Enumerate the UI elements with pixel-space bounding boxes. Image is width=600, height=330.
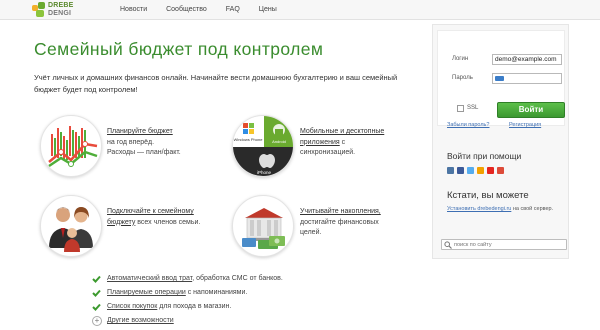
mobile-apps-link[interactable]: Мобильные и десктопные	[300, 128, 384, 135]
yandex-icon[interactable]	[487, 167, 494, 174]
check-icon	[92, 289, 101, 297]
login-button[interactable]: Войти	[497, 102, 565, 118]
install-text: Установить drebedengi.ru на свой сервер.	[447, 206, 554, 212]
check-icon	[92, 275, 101, 283]
login-label: Логин	[452, 56, 469, 62]
auto-input-link[interactable]: Автоматический ввод трат	[107, 275, 192, 282]
shopping-list-link[interactable]: Список покупок	[107, 303, 157, 310]
iphone-label: iPhone	[257, 170, 272, 175]
sidebar: Логин Пароль SSL Войти Забыли пароль? Ре…	[432, 24, 569, 259]
install-link[interactable]: Установить drebedengi.ru	[447, 206, 511, 212]
social-login-icons	[447, 167, 507, 174]
nav-faq[interactable]: FAQ	[226, 0, 240, 20]
twitter-icon[interactable]	[467, 167, 474, 174]
ssl-label: SSL	[467, 105, 479, 111]
search-icon[interactable]	[444, 241, 452, 249]
logo[interactable]: DREBE DENGI	[32, 2, 102, 18]
login-input[interactable]	[492, 54, 562, 65]
check-icon	[92, 303, 101, 311]
extension-heading: Кстати, вы можете	[447, 190, 529, 201]
nav-prices[interactable]: Цены	[259, 0, 277, 20]
windows-phone-label: Windows Phone	[234, 137, 264, 142]
register-link[interactable]: Регистрация	[509, 122, 541, 128]
connect-family-link[interactable]: Подключайте к семейному	[107, 208, 194, 215]
google-icon[interactable]	[497, 167, 504, 174]
android-label: Android	[272, 139, 286, 144]
list-item: Список покупок для похода в магазин.	[92, 300, 283, 314]
forgot-password-link[interactable]: Забыли пароль?	[447, 122, 489, 128]
feature-checklist: Автоматический ввод трат, обработка СМС …	[92, 272, 283, 328]
savings-link[interactable]: Учитывайте накопления,	[300, 208, 381, 215]
main-nav: Новости Сообщество FAQ Цены	[120, 0, 296, 20]
chart-icon	[40, 115, 102, 177]
password-manager-icon	[495, 76, 504, 81]
password-label: Пароль	[452, 75, 473, 81]
nav-news[interactable]: Новости	[120, 0, 147, 20]
planned-operations-link[interactable]: Планируемые операции	[107, 289, 186, 296]
ssl-checkbox[interactable]	[457, 105, 464, 112]
password-input[interactable]	[492, 73, 562, 84]
feature-mobile-text: Мобильные и десктопные приложения с синх…	[300, 128, 385, 156]
search-box	[441, 239, 567, 250]
login-form: Логин Пароль SSL Войти	[437, 30, 565, 126]
feature-family-text: Подключайте к семейному бюджету всех чле…	[107, 208, 201, 226]
logo-icon	[32, 2, 46, 18]
top-navigation-bar: DREBE DENGI Новости Сообщество FAQ Цены	[0, 0, 600, 20]
family-icon	[40, 195, 102, 257]
feature-savings-text: Учитывайте накопления, достигайте финанс…	[300, 208, 381, 236]
savings-icon	[232, 195, 294, 257]
facebook-icon[interactable]	[457, 167, 464, 174]
search-input[interactable]	[454, 241, 564, 249]
budget-link[interactable]: бюджету	[107, 219, 135, 226]
list-item: + Другие возможности	[92, 314, 283, 328]
social-login-heading: Войти при помощи	[447, 151, 522, 161]
feature-budget-text: Планируйте бюджет на год вперёд. Расходы…	[107, 128, 181, 156]
plan-budget-link[interactable]: Планируйте бюджет	[107, 128, 173, 135]
logo-line1: DREBE	[48, 2, 74, 9]
mobile-apps-icon: Windows Phone Android iPhone	[232, 115, 294, 177]
mailru-icon[interactable]	[477, 167, 484, 174]
other-features-link[interactable]: Другие возможности	[107, 317, 174, 324]
logo-line2: DENGI	[48, 10, 72, 17]
hero-description: Учёт личных и домашних финансов онлайн. …	[34, 73, 398, 94]
apps-link[interactable]: приложения	[300, 139, 340, 146]
logo-text: DREBE DENGI	[48, 2, 74, 18]
page-title: Семейный бюджет под контролем	[34, 39, 324, 59]
list-item: Планируемые операции с напоминаниями.	[92, 286, 283, 300]
list-item: Автоматический ввод трат, обработка СМС …	[92, 272, 283, 286]
vk-icon[interactable]	[447, 167, 454, 174]
plus-icon: +	[92, 316, 102, 326]
nav-community[interactable]: Сообщество	[166, 0, 207, 20]
